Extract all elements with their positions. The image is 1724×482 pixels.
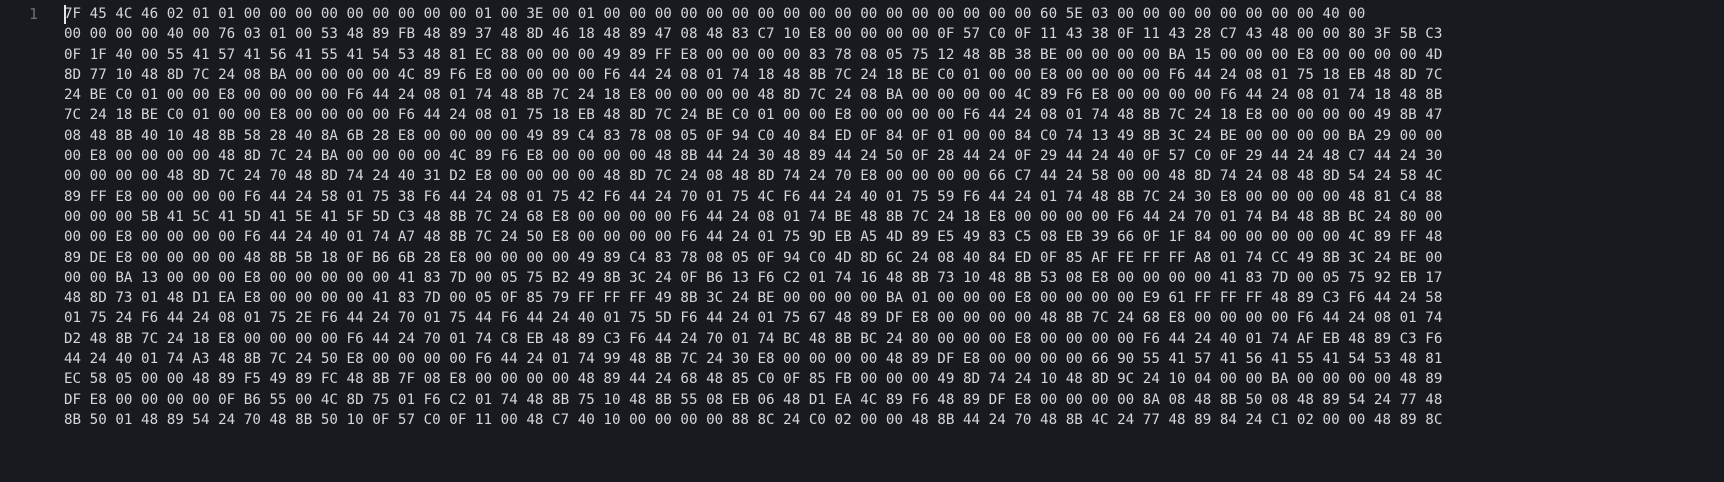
hex-line[interactable]: EC 58 05 00 00 48 89 F5 49 89 FC 48 8B 7… xyxy=(64,369,1724,389)
hex-line[interactable]: 00 E8 00 00 00 00 48 8D 7C 24 BA 00 00 0… xyxy=(64,146,1724,166)
hex-line[interactable]: 00 00 00 5B 41 5C 41 5D 41 5E 41 5F 5D C… xyxy=(64,207,1724,227)
hex-line[interactable]: 8B 50 01 48 89 54 24 70 48 8B 50 10 0F 5… xyxy=(64,410,1724,430)
hex-line[interactable]: 89 FF E8 00 00 00 00 F6 44 24 58 01 75 3… xyxy=(64,187,1724,207)
line-number-gutter: 1 xyxy=(0,0,60,482)
hex-line[interactable]: 00 00 00 00 40 00 76 03 01 00 53 48 89 F… xyxy=(64,24,1724,44)
hex-line[interactable]: 24 BE C0 01 00 00 E8 00 00 00 00 F6 44 2… xyxy=(64,85,1724,105)
hex-text-area[interactable]: 7F 45 4C 46 02 01 01 00 00 00 00 00 00 0… xyxy=(64,4,1724,482)
hex-line[interactable]: 0F 1F 40 00 55 41 57 41 56 41 55 41 54 5… xyxy=(64,45,1724,65)
hex-line[interactable]: 00 00 BA 13 00 00 00 E8 00 00 00 00 00 4… xyxy=(64,268,1724,288)
hex-line[interactable]: 89 DE E8 00 00 00 00 48 8B 5B 18 0F B6 6… xyxy=(64,248,1724,268)
hex-line[interactable]: 7C 24 18 BE C0 01 00 00 E8 00 00 00 00 F… xyxy=(64,105,1724,125)
text-cursor xyxy=(64,5,66,24)
hex-line[interactable]: 01 75 24 F6 44 24 08 01 75 2E F6 44 24 7… xyxy=(64,308,1724,328)
hex-line[interactable]: 08 48 8B 40 10 48 8B 58 28 40 8A 6B 28 E… xyxy=(64,126,1724,146)
hex-line[interactable]: 44 24 40 01 74 A3 48 8B 7C 24 50 E8 00 0… xyxy=(64,349,1724,369)
hex-line[interactable]: 8D 77 10 48 8D 7C 24 08 BA 00 00 00 00 4… xyxy=(64,65,1724,85)
hex-line[interactable]: 7F 45 4C 46 02 01 01 00 00 00 00 00 00 0… xyxy=(64,4,1724,24)
hex-line[interactable]: DF E8 00 00 00 00 0F B6 55 00 4C 8D 75 0… xyxy=(64,390,1724,410)
line-number: 1 xyxy=(28,5,38,23)
hex-line[interactable]: 00 00 00 00 48 8D 7C 24 70 48 8D 74 24 4… xyxy=(64,166,1724,186)
hex-line[interactable]: D2 48 8B 7C 24 18 E8 00 00 00 00 F6 44 2… xyxy=(64,329,1724,349)
hex-editor[interactable]: 1 7F 45 4C 46 02 01 01 00 00 00 00 00 00… xyxy=(0,0,1724,482)
hex-line[interactable]: 48 8D 73 01 48 D1 EA E8 00 00 00 00 41 8… xyxy=(64,288,1724,308)
hex-line[interactable]: 00 00 E8 00 00 00 00 F6 44 24 40 01 74 A… xyxy=(64,227,1724,247)
